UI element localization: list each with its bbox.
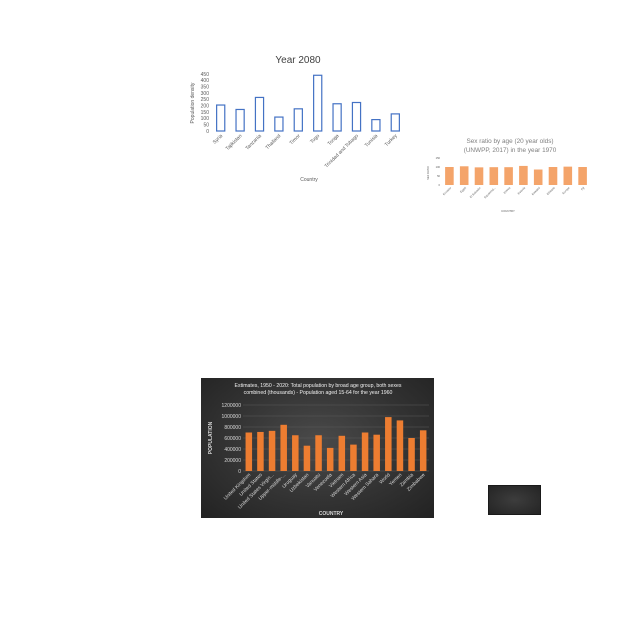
y-tick-label: 150 — [436, 156, 441, 160]
bar — [533, 169, 543, 185]
y-tick-label: 0 — [238, 469, 241, 475]
x-tick-label: Estonia — [517, 186, 527, 196]
y-tick-label: 100 — [436, 165, 441, 169]
bar — [216, 104, 226, 132]
bar — [351, 101, 362, 132]
bar — [303, 445, 311, 471]
bar — [489, 167, 499, 185]
bar — [385, 417, 392, 471]
x-tick-label: Thailand — [265, 133, 283, 151]
x-axis-label: COUNTRY — [319, 511, 344, 517]
bar — [548, 167, 558, 185]
population-chart: Estimates, 1950 - 2020: Total population… — [201, 378, 434, 518]
x-tick-label: Togo — [309, 133, 321, 145]
bar — [268, 430, 276, 471]
x-tick-label: Timor — [289, 133, 302, 146]
sex-ratio-chart: Sex ratio by age (20 year olds) (UNWPP, … — [424, 133, 594, 215]
bar — [474, 167, 484, 185]
y-axis-label: POPULATION — [208, 421, 214, 454]
bar — [315, 435, 322, 471]
bar — [578, 167, 587, 185]
x-tick-label: Turkey — [384, 133, 399, 148]
population-density-chart-svg: Year 2080 Population density Country 050… — [190, 55, 400, 183]
x-tick-label: Trinidad and Tobago — [324, 133, 360, 169]
x-tick-label: Europe — [561, 186, 571, 196]
x-tick-label: Equatorial... — [483, 186, 497, 200]
population-density-chart: Year 2080 Population density Country 0 50… — [181, 46, 410, 191]
x-tick-label: Fiji — [580, 186, 586, 192]
population-chart-svg: Estimates, 1950 - 2020: Total population… — [208, 383, 429, 517]
y-axis-label: SEX RATIO — [426, 166, 430, 180]
chart-title: Year 2080 — [275, 55, 321, 66]
y-tick-label: 50 — [437, 174, 440, 178]
bar — [326, 447, 334, 471]
y-tick-label: 250 — [201, 97, 210, 103]
bar — [361, 432, 369, 471]
x-tick-label: Tajikistan — [225, 133, 244, 152]
y-tick-label: 300 — [201, 91, 210, 97]
chart-title-line-1: Estimates, 1950 - 2020: Total population… — [235, 383, 402, 389]
chart-title-line-1: Sex ratio by age (20 year olds) — [466, 138, 553, 145]
y-tick-label: 400000 — [224, 447, 241, 453]
y-tick-label: 1000000 — [222, 414, 242, 420]
bar — [563, 166, 573, 185]
y-tick-label: 800000 — [224, 425, 241, 431]
bar — [338, 435, 346, 471]
x-axis-label: COUNTRY — [501, 209, 515, 213]
x-tick-label: El Salvador — [469, 186, 482, 199]
bar — [519, 165, 528, 185]
bar — [419, 430, 427, 471]
x-tick-label: Eswatini — [531, 186, 541, 196]
bar — [373, 434, 380, 471]
x-tick-label: Tunisia — [364, 133, 380, 149]
bar — [293, 108, 303, 132]
thumbnail-preview — [488, 485, 541, 515]
bar — [245, 432, 253, 471]
bar — [371, 118, 381, 132]
y-tick-label: 600000 — [224, 436, 241, 442]
bar — [396, 420, 404, 471]
bar — [280, 424, 287, 471]
bar — [390, 113, 400, 132]
bar — [350, 444, 357, 471]
bar — [254, 96, 265, 132]
y-tick-label: 1200000 — [222, 403, 242, 409]
x-tick-label: Tanzania — [245, 133, 264, 152]
x-axis-label: Country — [300, 177, 318, 183]
y-tick-label: 350 — [201, 84, 210, 90]
x-tick-label: Syria — [212, 133, 224, 145]
x-tick-label: Tonga — [327, 133, 341, 147]
y-tick-label: 50 — [203, 122, 209, 128]
y-tick-label: 0 — [206, 129, 209, 135]
y-tick-label: 100 — [201, 116, 210, 122]
y-tick-label: 200 — [201, 103, 210, 109]
bar — [408, 438, 415, 471]
bar — [235, 108, 245, 132]
bar — [504, 167, 513, 185]
bar — [445, 167, 454, 185]
x-tick-label: Eritrea — [503, 186, 512, 195]
x-tick-label: Ethiopia — [546, 186, 556, 196]
bar — [332, 103, 342, 132]
y-tick-label: 400 — [201, 78, 210, 84]
bar — [292, 435, 299, 471]
y-tick-label: 450 — [201, 72, 210, 78]
chart-title-line-2: (UNWPP, 2017) in the year 1970 — [464, 147, 557, 154]
y-tick-label: 0 — [439, 183, 441, 187]
x-tick-label: Ecuador — [442, 186, 452, 196]
chart-title-line-2: combined (thousands) - Population aged 1… — [244, 390, 393, 396]
bar — [257, 431, 264, 471]
x-tick-label: Egypt — [459, 186, 467, 194]
y-tick-label: 150 — [201, 110, 210, 116]
sex-ratio-chart-svg: Sex ratio by age (20 year olds) (UNWPP, … — [426, 138, 587, 213]
y-axis-label: Population density — [190, 82, 196, 123]
bar — [313, 74, 323, 132]
bar — [274, 116, 284, 132]
bar — [459, 166, 469, 185]
y-tick-label: 200000 — [224, 458, 241, 464]
